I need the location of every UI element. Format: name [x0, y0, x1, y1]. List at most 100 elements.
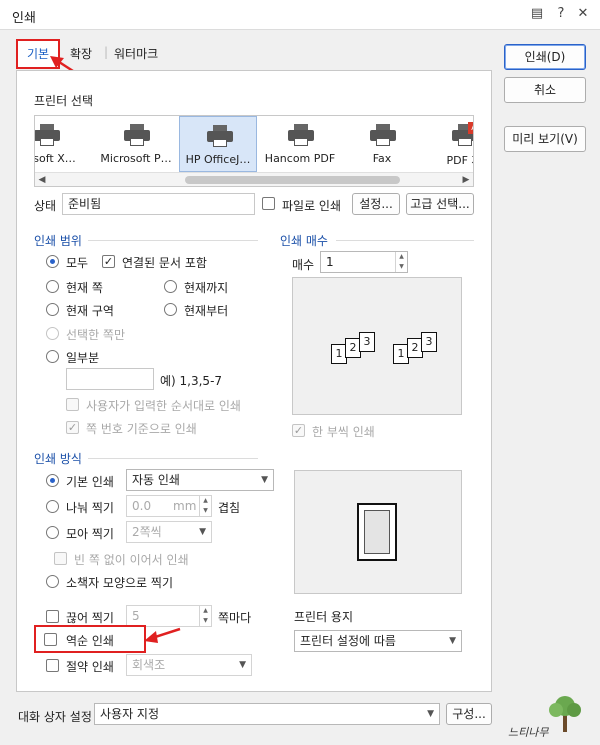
- divider: [88, 458, 258, 459]
- title-bar: 인쇄 ▤ ? ✕: [0, 0, 600, 30]
- printer-item-hp-officejet[interactable]: HP OfficeJ…: [179, 116, 257, 172]
- pdf-badge-icon: A: [468, 122, 473, 134]
- copies-stepper[interactable]: 1 ▲ ▼: [320, 251, 408, 273]
- tab-watermark[interactable]: 워터마크: [114, 45, 158, 62]
- printer-list-scrollbar[interactable]: ◀ ▶: [35, 172, 473, 186]
- range-all-label: 모두: [66, 256, 89, 270]
- printer-icon: [207, 125, 233, 147]
- method-booklet-radio[interactable]: [46, 575, 59, 588]
- divider: [336, 240, 474, 241]
- range-from-current-radio[interactable]: [164, 303, 177, 316]
- printer-icon: [35, 124, 60, 146]
- method-basic-radio[interactable]: [46, 474, 59, 487]
- tab-separator: |: [104, 45, 109, 59]
- printer-item-xps[interactable]: crosoft X…: [34, 116, 85, 172]
- include-linked-checkbox[interactable]: ✓: [102, 255, 115, 268]
- printer-item-microsoft-print[interactable]: Microsoft P…: [97, 116, 175, 172]
- dialog-settings-label: 대화 상자 설정: [18, 710, 92, 724]
- basic-print-selected-value: 자동 인쇄: [132, 473, 180, 487]
- method-split-radio[interactable]: [46, 500, 59, 513]
- advanced-select-button[interactable]: 고급 선택...: [406, 193, 474, 215]
- print-button[interactable]: 인쇄(D): [504, 44, 586, 70]
- reverse-print-label: 역순 인쇄: [66, 634, 114, 648]
- range-all-radio[interactable]: [46, 255, 59, 268]
- print-method-title: 인쇄 방식: [34, 452, 82, 466]
- range-partial-radio[interactable]: [46, 350, 59, 363]
- stepper-arrows-icon[interactable]: ▲ ▼: [199, 496, 211, 516]
- method-basic-label: 기본 인쇄: [66, 475, 114, 489]
- range-partial-label: 일부분: [66, 351, 100, 365]
- file-print-checkbox[interactable]: [262, 197, 275, 210]
- range-current-section-label: 현재 구역: [66, 304, 114, 318]
- no-blank-label: 빈 쪽 없이 이어서 인쇄: [74, 553, 189, 567]
- printer-name: PDF 저: [446, 154, 473, 167]
- scrollbar-thumb[interactable]: [185, 176, 400, 184]
- split-overlap-stepper[interactable]: 0.0 mm ▲ ▼: [126, 495, 212, 517]
- scroll-right-icon[interactable]: ▶: [459, 173, 473, 186]
- printer-icon: A: [452, 122, 473, 146]
- print-range-title: 인쇄 범위: [34, 234, 82, 248]
- copies-title: 인쇄 매수: [280, 234, 328, 248]
- economy-selected-value: 회색조: [132, 658, 166, 672]
- user-order-checkbox[interactable]: [66, 398, 79, 411]
- divider: [88, 240, 258, 241]
- paper-select[interactable]: 프린터 설정에 따름 ▼: [294, 630, 462, 652]
- settings-button[interactable]: 설정...: [352, 193, 400, 215]
- range-current-section-radio[interactable]: [46, 303, 59, 316]
- reverse-print-checkbox[interactable]: [44, 633, 57, 646]
- economy-print-checkbox[interactable]: [46, 659, 59, 672]
- page-number-basis-label: 쪽 번호 기준으로 인쇄: [86, 422, 197, 436]
- stepper-arrows-icon[interactable]: ▲ ▼: [395, 252, 407, 272]
- split-unit: mm: [173, 499, 197, 513]
- dialog-settings-select[interactable]: 사용자 지정 ▼: [94, 703, 440, 725]
- printer-item-hancom-pdf[interactable]: Hancom PDF: [261, 116, 339, 172]
- method-gather-radio[interactable]: [46, 526, 59, 539]
- basic-print-select[interactable]: 자동 인쇄 ▼: [126, 469, 274, 491]
- include-linked-label: 연결된 문서 포함: [122, 256, 207, 270]
- printer-item-pdf[interactable]: A PDF 저: [425, 116, 473, 172]
- range-selected-radio[interactable]: [46, 327, 59, 340]
- no-blank-checkbox[interactable]: [54, 552, 67, 565]
- scroll-left-icon[interactable]: ◀: [35, 173, 49, 186]
- range-from-current-label: 현재부터: [184, 304, 229, 318]
- printer-list: crosoft X… Microsoft P… HP OfficeJ… Hanc…: [34, 115, 474, 187]
- range-to-current-radio[interactable]: [164, 280, 177, 293]
- cut-print-checkbox[interactable]: [46, 610, 59, 623]
- economy-print-label: 절약 인쇄: [66, 660, 114, 674]
- annotation-arrow-icon: [144, 627, 181, 643]
- cut-value: 5: [132, 609, 140, 623]
- preview-button[interactable]: 미리 보기(V): [504, 126, 586, 152]
- partial-range-input[interactable]: [66, 368, 154, 390]
- printer-icon: [288, 124, 314, 146]
- range-current-page-label: 현재 쪽: [66, 281, 103, 295]
- help-icon[interactable]: ?: [552, 5, 570, 23]
- paper-sheet: [357, 503, 397, 561]
- gather-select[interactable]: 2쪽씩 ▼: [126, 521, 212, 543]
- stepper-arrows-icon[interactable]: ▲ ▼: [199, 606, 211, 626]
- paper-print-area: [364, 510, 390, 554]
- copies-label: 매수: [292, 258, 315, 272]
- preview-page: 3: [359, 332, 375, 352]
- user-order-label: 사용자가 입력한 순서대로 인쇄: [86, 399, 241, 413]
- printer-name: Fax: [372, 152, 392, 165]
- cancel-button[interactable]: 취소: [504, 77, 586, 103]
- watermark-text: 느티나무: [508, 726, 549, 739]
- page-number-basis-checkbox[interactable]: ✓: [66, 421, 79, 434]
- economy-select[interactable]: 회색조 ▼: [126, 654, 252, 676]
- status-value: 준비됨: [62, 193, 255, 215]
- range-current-page-radio[interactable]: [46, 280, 59, 293]
- message-icon[interactable]: ▤: [528, 5, 546, 23]
- cut-print-label: 끊어 찍기: [66, 611, 114, 625]
- paper-preview: [294, 470, 462, 594]
- printer-name: crosoft X…: [34, 152, 76, 165]
- printer-name: HP OfficeJ…: [185, 153, 251, 166]
- printer-icon: [370, 124, 396, 146]
- printer-select-label: 프린터 선택: [34, 94, 94, 108]
- collate-checkbox[interactable]: ✓: [292, 424, 305, 437]
- method-split-label: 나눠 찍기: [66, 501, 114, 515]
- method-gather-label: 모아 찍기: [66, 527, 114, 541]
- printer-item-fax[interactable]: Fax: [343, 116, 421, 172]
- close-icon[interactable]: ✕: [574, 5, 592, 23]
- cut-pages-stepper[interactable]: 5 ▲ ▼: [126, 605, 212, 627]
- config-button[interactable]: 구성...: [446, 703, 492, 725]
